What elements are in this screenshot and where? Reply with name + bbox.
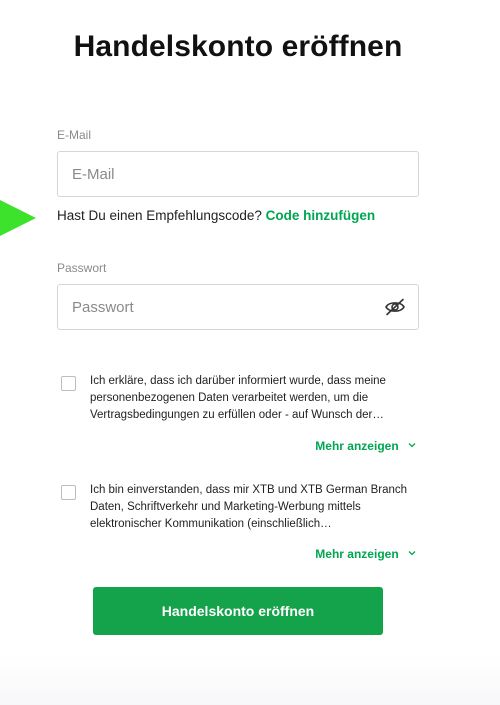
footer-band bbox=[0, 655, 500, 705]
consent-checkbox-marketing[interactable] bbox=[61, 485, 76, 500]
referral-row: Hast Du einen Empfehlungscode? Code hinz… bbox=[57, 208, 375, 223]
password-field[interactable] bbox=[72, 285, 372, 329]
chevron-down-icon bbox=[408, 551, 416, 556]
email-field[interactable] bbox=[72, 152, 372, 196]
add-referral-code-link[interactable]: Code hinzufügen bbox=[266, 208, 375, 223]
page-title: Handelskonto eröffnen bbox=[73, 30, 403, 63]
consent-checkbox-data-processing[interactable] bbox=[61, 376, 76, 391]
show-more-label: Mehr anzeigen bbox=[315, 547, 399, 561]
chevron-down-icon bbox=[408, 443, 416, 448]
show-more-link-marketing[interactable]: Mehr anzeigen bbox=[315, 547, 416, 561]
password-label: Passwort bbox=[57, 261, 107, 275]
show-more-link-data-processing[interactable]: Mehr anzeigen bbox=[315, 439, 416, 453]
consent-text-marketing: Ich bin einverstanden, dass mir XTB und … bbox=[90, 484, 408, 530]
consent-text-data-processing: Ich erkläre, dass ich darüber informiert… bbox=[90, 375, 386, 421]
referral-question: Hast Du einen Empfehlungscode? bbox=[57, 208, 262, 223]
email-field-wrapper[interactable] bbox=[57, 151, 419, 197]
email-label: E-Mail bbox=[57, 128, 92, 142]
open-account-button[interactable]: Handelskonto eröffnen bbox=[93, 587, 383, 635]
eye-slash-icon[interactable] bbox=[384, 298, 406, 316]
password-field-wrapper[interactable] bbox=[57, 284, 419, 330]
show-more-label: Mehr anzeigen bbox=[315, 439, 399, 453]
arrow-pointer-icon bbox=[0, 200, 36, 236]
